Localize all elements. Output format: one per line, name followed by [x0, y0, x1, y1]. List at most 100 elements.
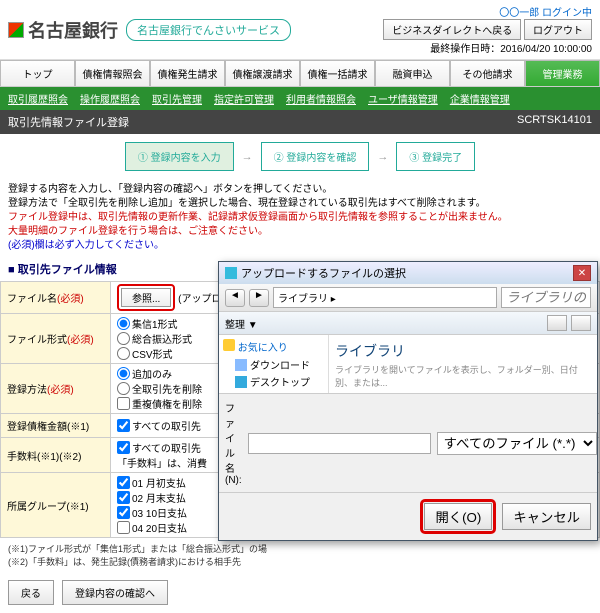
- notes: 登録する内容を入力し、「登録内容の確認へ」ボタンを押してください。 登録方法で「…: [0, 179, 600, 257]
- footnote-1: (※1)ファイル形式が「集信1形式」または「総合振込形式」の場: [8, 542, 592, 555]
- side-favorites[interactable]: お気に入り: [238, 343, 288, 354]
- library-title: ライブラリ: [335, 341, 591, 361]
- view-button[interactable]: [547, 315, 567, 331]
- dialog-title: アップロードするファイルの選択: [241, 265, 406, 281]
- open-button[interactable]: 開く(O): [424, 503, 492, 530]
- group-check-1[interactable]: [117, 476, 130, 489]
- filter-select[interactable]: すべてのファイル (*.*): [437, 432, 597, 455]
- format-radio-2[interactable]: [117, 332, 130, 345]
- amount-label: 登録債権金額(※1): [1, 414, 111, 438]
- header: 名古屋銀行 名古屋銀行でんさいサービス 〇〇一郎 ログイン中 ビジネスダイレクト…: [0, 0, 600, 60]
- tab-info[interactable]: 債権情報照会: [75, 60, 150, 86]
- file-label: ファイル名: [7, 294, 57, 305]
- dialog-footer: ファイル名(N): すべてのファイル (*.*): [219, 393, 597, 492]
- bank-name: 名古屋銀行: [28, 17, 118, 43]
- group-opt: 04 20日支払: [132, 520, 187, 535]
- side-desktop[interactable]: デスクトップ: [223, 373, 324, 390]
- open-highlight: 開く(O): [420, 499, 496, 534]
- subnav-link[interactable]: ユーザ情報管理: [368, 91, 438, 106]
- step-2: ② 登録内容を確認: [261, 142, 370, 171]
- fee-opt: すべての取引先: [132, 440, 201, 455]
- last-operation: 最終操作日時：2016/04/20 10:00:00: [383, 40, 592, 55]
- method-opt: 全取引先を削除: [132, 381, 202, 396]
- method-opt: 重複債権を削除: [132, 396, 202, 411]
- amount-check[interactable]: [117, 419, 130, 432]
- group-opt: 02 月末支払: [132, 490, 186, 505]
- subnav-link[interactable]: 指定許可管理: [214, 91, 274, 106]
- method-label: 登録方法: [7, 385, 47, 396]
- dialog-nav: ◄ ► ライブラリ ▸: [219, 284, 597, 312]
- method-check[interactable]: [117, 397, 130, 410]
- tab-admin[interactable]: 管理業務: [525, 60, 600, 86]
- header-right: 〇〇一郎 ログイン中 ビジネスダイレクトへ戻る ログアウト 最終操作日時：201…: [383, 4, 592, 55]
- tab-finance[interactable]: 融資申込: [375, 60, 450, 86]
- group-label: 所属グループ(※1): [1, 473, 111, 538]
- format-opt: CSV形式: [132, 346, 173, 361]
- browse-highlight: 参照...: [117, 284, 175, 311]
- group-check-3[interactable]: [117, 506, 130, 519]
- dialog-titlebar: アップロードするファイルの選択 ✕: [219, 262, 597, 284]
- footnotes: (※1)ファイル形式が「集信1形式」または「総合振込形式」の場 (※2)「手数料…: [0, 538, 600, 572]
- footnote-2: (※2)「手数料」は、発生記録(債務者請求)における相手先: [8, 555, 592, 568]
- logout-button[interactable]: ログアウト: [524, 19, 592, 40]
- required-mark: (必須): [47, 385, 74, 396]
- logo: 名古屋銀行: [8, 17, 118, 43]
- dialog-sidebar: お気に入り ダウンロード デスクトップ 最近表示した場 ライブラリ ドキュメント…: [219, 335, 329, 393]
- method-radio-1[interactable]: [117, 367, 130, 380]
- steps: ① 登録内容を入力 → ② 登録内容を確認 → ③ 登録完了: [0, 134, 600, 179]
- subnav-link[interactable]: 企業情報管理: [450, 91, 510, 106]
- dialog-body: お気に入り ダウンロード デスクトップ 最近表示した場 ライブラリ ドキュメント…: [219, 335, 597, 393]
- footer-buttons: 戻る 登録内容の確認へ: [0, 572, 600, 613]
- filename-label: ファイル名(N):: [225, 400, 242, 486]
- nav-fwd-button[interactable]: ►: [249, 289, 269, 307]
- path-bar[interactable]: ライブラリ ▸: [273, 287, 497, 308]
- filename-input[interactable]: [248, 433, 431, 454]
- subnav-link[interactable]: 取引先管理: [152, 91, 202, 106]
- required-mark: (必須): [57, 294, 84, 305]
- amount-opt: すべての取引先: [132, 418, 201, 433]
- fee-label: 手数料(※1)(※2): [1, 438, 111, 473]
- close-icon[interactable]: ✕: [573, 265, 591, 281]
- note-warning: ファイル登録中は、取引先情報の更新作業、記録請求仮登録画面から取引先情報を参照す…: [8, 211, 592, 225]
- tab-other[interactable]: その他請求: [450, 60, 525, 86]
- tab-transfer[interactable]: 債権譲渡請求: [225, 60, 300, 86]
- logo-icon: [8, 22, 24, 38]
- main-tabs: トップ 債権情報照会 債権発生請求 債権譲渡請求 債権一括請求 融資申込 その他…: [0, 60, 600, 87]
- cancel-button[interactable]: キャンセル: [502, 503, 591, 530]
- confirm-button[interactable]: 登録内容の確認へ: [62, 580, 168, 605]
- fee-check[interactable]: [117, 441, 130, 454]
- group-opt: 01 月初支払: [132, 475, 186, 490]
- desktop-icon: [235, 376, 247, 388]
- subnav-link[interactable]: 取引履歴照会: [8, 91, 68, 106]
- step-3: ③ 登録完了: [396, 142, 475, 171]
- arrow-icon: →: [242, 151, 253, 163]
- tab-batch[interactable]: 債権一括請求: [300, 60, 375, 86]
- group-check-4[interactable]: [117, 521, 130, 534]
- step-1: ① 登録内容を入力: [125, 142, 234, 171]
- search-input[interactable]: [501, 287, 591, 308]
- method-opt: 追加のみ: [132, 366, 172, 381]
- back-button[interactable]: 戻る: [8, 580, 54, 605]
- back-to-direct-button[interactable]: ビジネスダイレクトへ戻る: [383, 19, 521, 40]
- page-title: 取引先情報ファイル登録: [8, 114, 129, 130]
- library-subtitle: ライブラリを開いてファイルを表示し、フォルダー別、日付別、または...: [335, 363, 591, 389]
- browse-button[interactable]: 参照...: [121, 288, 171, 307]
- format-radio-3[interactable]: [117, 347, 130, 360]
- tab-top[interactable]: トップ: [0, 60, 75, 86]
- group-check-2[interactable]: [117, 491, 130, 504]
- method-radio-2[interactable]: [117, 382, 130, 395]
- nav-back-button[interactable]: ◄: [225, 289, 245, 307]
- help-button[interactable]: [571, 315, 591, 331]
- side-downloads[interactable]: ダウンロード: [223, 356, 324, 373]
- tab-issue[interactable]: 債権発生請求: [150, 60, 225, 86]
- download-icon: [235, 359, 247, 371]
- folder-icon: [225, 267, 237, 279]
- note-line: 登録方法で「全取引先を削除し追加」を選択した場合、現在登録されている取引先はすべ…: [8, 197, 592, 211]
- subnav-link[interactable]: 利用者情報照会: [286, 91, 356, 106]
- note-warning: 大量明細のファイル登録を行う場合は、ご注意ください。: [8, 225, 592, 239]
- format-radio-1[interactable]: [117, 317, 130, 330]
- dialog-toolbar: 整理 ▼: [219, 312, 597, 335]
- group-opt: 03 10日支払: [132, 505, 187, 520]
- organize-menu[interactable]: 整理 ▼: [225, 316, 258, 331]
- subnav-link[interactable]: 操作履歴照会: [80, 91, 140, 106]
